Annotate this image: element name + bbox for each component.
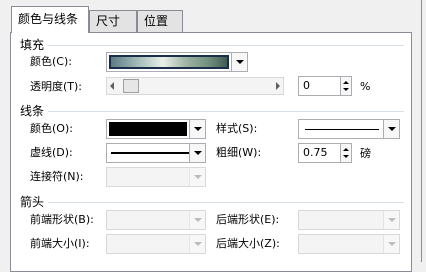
line-section-divider	[48, 111, 404, 112]
weight-spinner[interactable]	[340, 143, 352, 163]
dropdown-button[interactable]	[189, 120, 205, 138]
tab-size[interactable]: 尺寸	[89, 10, 137, 32]
line-color-dropdown[interactable]	[106, 119, 206, 139]
begin-style-label: 前端形状(B):	[30, 213, 94, 226]
tab-label: 尺寸	[96, 14, 121, 28]
slider-left-arrow-icon[interactable]	[110, 82, 114, 90]
dash-dropdown[interactable]	[106, 143, 206, 163]
transparency-slider[interactable]	[106, 77, 284, 95]
fill-section-title: 填充	[20, 38, 45, 52]
dropdown-button[interactable]	[189, 144, 205, 162]
slider-right-arrow-icon[interactable]	[276, 82, 280, 90]
tab-position[interactable]: 位置	[137, 10, 183, 32]
end-size-dropdown[interactable]	[298, 234, 400, 254]
transparency-label: 透明度(T):	[30, 80, 83, 93]
dropdown-button[interactable]	[189, 168, 205, 186]
chevron-down-icon	[193, 151, 202, 155]
line-style-dropdown[interactable]	[298, 119, 400, 139]
end-style-label: 后端形状(E):	[216, 213, 280, 226]
fill-color-swatch	[109, 55, 229, 69]
line-style-preview	[305, 129, 379, 130]
line-section-title: 线条	[20, 104, 45, 118]
arrows-section-title: 箭头	[20, 195, 45, 209]
spin-down-icon[interactable]	[343, 88, 349, 91]
connector-dropdown[interactable]	[106, 167, 206, 187]
begin-size-dropdown[interactable]	[106, 234, 206, 254]
dash-label: 虚线(D):	[30, 146, 73, 159]
dialog-edge	[421, 0, 422, 262]
dropdown-button[interactable]	[383, 211, 399, 229]
chevron-down-icon	[235, 60, 244, 64]
connector-label: 连接符(N):	[30, 170, 84, 183]
chevron-down-icon	[387, 242, 396, 246]
chevron-down-icon	[193, 175, 202, 179]
fill-color-dropdown[interactable]	[106, 52, 248, 72]
arrows-section-divider	[48, 202, 404, 203]
begin-size-label: 前端大小(I):	[30, 237, 90, 250]
line-style-label: 样式(S):	[216, 122, 258, 135]
end-size-label: 后端大小(Z):	[216, 237, 280, 250]
chevron-down-icon	[387, 127, 396, 131]
dropdown-button[interactable]	[189, 235, 205, 253]
dropdown-button[interactable]	[231, 53, 247, 71]
dropdown-button[interactable]	[383, 120, 399, 138]
end-style-dropdown[interactable]	[298, 210, 400, 230]
weight-unit: 磅	[360, 147, 371, 160]
transparency-spinner[interactable]	[340, 76, 352, 96]
chevron-down-icon	[193, 242, 202, 246]
slider-thumb[interactable]	[123, 79, 139, 93]
tab-label: 位置	[144, 14, 169, 28]
chevron-down-icon	[193, 127, 202, 131]
fill-color-label: 颜色(C):	[30, 55, 72, 68]
spin-down-icon[interactable]	[343, 155, 349, 158]
dropdown-button[interactable]	[383, 235, 399, 253]
transparency-value: 0	[303, 79, 310, 92]
tab-label: 颜色与线条	[18, 12, 79, 26]
tab-colors-and-lines[interactable]: 颜色与线条	[11, 6, 89, 33]
chevron-down-icon	[387, 218, 396, 222]
spin-up-icon[interactable]	[343, 81, 349, 84]
spin-up-icon[interactable]	[343, 148, 349, 151]
line-color-label: 颜色(O):	[30, 122, 73, 135]
dash-preview	[111, 152, 189, 154]
transparency-unit: %	[360, 80, 371, 93]
dropdown-button[interactable]	[189, 211, 205, 229]
chevron-down-icon	[193, 218, 202, 222]
weight-value: 0.75	[303, 146, 328, 159]
weight-label: 粗细(W):	[216, 146, 262, 159]
line-color-swatch	[109, 122, 187, 136]
begin-style-dropdown[interactable]	[106, 210, 206, 230]
fill-section-divider	[48, 45, 404, 46]
